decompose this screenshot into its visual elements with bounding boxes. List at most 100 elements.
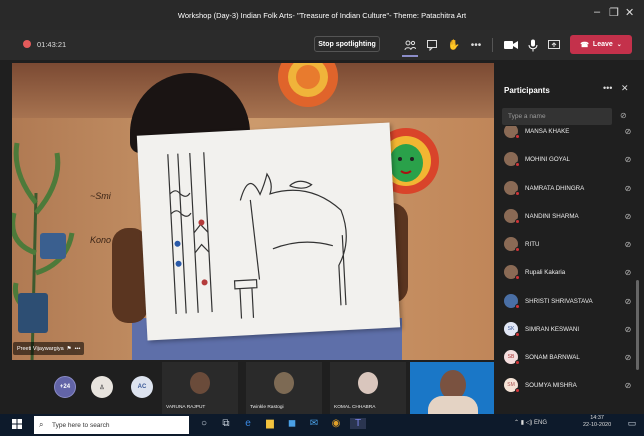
store-icon[interactable]: ◼ [284, 418, 300, 429]
wall-background [12, 63, 494, 118]
presenter-name-label: Preeti Vijaywargiya ⚑ ••• [13, 342, 85, 355]
list-item[interactable]: Rupali Kakaria ⊘ [504, 261, 634, 283]
participant-name: Rupali Kakaria [525, 268, 566, 276]
clock-date: 22-10-2020 [583, 422, 612, 428]
self-shirt [428, 396, 478, 414]
mic-muted-icon: ⊘ [624, 126, 632, 136]
participant-name: SIMRAN KESWANI [525, 325, 580, 333]
participant-name: NAMRATA DHINGRA [525, 184, 585, 192]
taskbar-clock[interactable]: 14:37 22-10-2020 [583, 415, 611, 429]
avatar [504, 152, 520, 167]
meeting-timer: 01:43:21 [37, 40, 67, 49]
mail-icon[interactable]: ✉ [306, 418, 322, 429]
mic-muted-icon: ⊘ [624, 183, 632, 193]
stop-spotlight-button[interactable]: Stop spotlighting [314, 36, 380, 52]
system-tray[interactable]: ⌃ ▮ ◁) ENG [514, 419, 547, 426]
network-icon[interactable]: ▮ [521, 420, 524, 426]
avatar: SB [504, 350, 520, 365]
teams-icon[interactable]: T [350, 418, 366, 429]
overflow-participants-badge[interactable]: +24 [54, 376, 76, 398]
maximize-icon[interactable]: ❐ [609, 6, 619, 19]
participant-name: SHRISTI SHRIVASTAVA [525, 297, 593, 305]
participant-name: SONAM BARNWAL [525, 353, 580, 361]
avatar [504, 294, 520, 309]
microphone-icon[interactable] [525, 37, 541, 53]
recording-indicator-icon [23, 40, 31, 48]
chevron-up-icon[interactable]: ⌃ [514, 420, 519, 426]
more-options-icon[interactable]: ••• [75, 346, 81, 352]
participants-title: Participants [504, 86, 550, 95]
list-item[interactable]: SB SONAM BARNWAL ⊘ [504, 346, 634, 368]
chrome-icon[interactable]: ◉ [328, 418, 344, 429]
self-video-tile[interactable] [410, 362, 494, 414]
camera-icon[interactable] [502, 36, 520, 54]
invite-link-icon[interactable]: ⊘ [620, 111, 627, 120]
list-item[interactable]: SM SOUMYA MISHRA ⊘ [504, 374, 634, 396]
participant-photo [190, 372, 210, 394]
edge-browser-icon[interactable]: e [240, 418, 256, 429]
wall-text-2: Kono [90, 235, 112, 245]
title-bar: Workshop (Day-3) Indian Folk Arts- "Trea… [0, 0, 644, 30]
participants-icon[interactable] [402, 37, 418, 53]
volume-icon[interactable]: ◁) [526, 420, 533, 426]
teams-meeting-window: Workshop (Day-3) Indian Folk Arts- "Trea… [0, 0, 644, 436]
participant-name: SOUMYA MISHRA [525, 381, 577, 389]
wall-text-1: ~Smi [90, 191, 111, 201]
chat-icon[interactable] [424, 37, 440, 53]
minimize-icon[interactable]: – [594, 6, 600, 18]
mic-muted-icon: ⊘ [624, 267, 632, 277]
participant-name: RITU [525, 240, 540, 248]
list-item[interactable]: NAMRATA DHINGRA ⊘ [504, 177, 634, 199]
video-tile[interactable]: Twinkle Rastogi [246, 362, 322, 414]
list-item[interactable]: NANDINI SHARMA ⊘ [504, 205, 634, 227]
participant-name: NANDINI SHARMA [525, 212, 579, 220]
window-title: Workshop (Day-3) Indian Folk Arts- "Trea… [177, 10, 467, 20]
language-indicator[interactable]: ENG [534, 420, 547, 426]
more-actions-icon[interactable]: ••• [468, 37, 484, 53]
avatar [504, 181, 520, 196]
windows-start-icon[interactable] [12, 419, 22, 429]
tile-name: Twinkle Rastogi [250, 405, 284, 410]
list-item[interactable]: SK SIMRAN KESWANI ⊘ [504, 318, 634, 340]
video-tile[interactable]: VARUNA RAJPUT [162, 362, 238, 414]
mic-muted-icon: ⊘ [624, 154, 632, 164]
hangup-icon: ☎ [580, 41, 589, 49]
notification-icon[interactable]: ▭ [624, 418, 640, 429]
task-view-icon[interactable]: ⧉ [218, 418, 234, 429]
participant-list: MANSA KHAKE ⊘ MOHINI GOYAL ⊘ NAMRATA DHI… [496, 126, 640, 414]
panel-more-icon[interactable]: ••• [603, 83, 612, 93]
mic-muted-icon: ⊘ [624, 239, 632, 249]
cortana-icon[interactable]: ○ [196, 418, 212, 429]
share-screen-icon[interactable] [546, 37, 562, 53]
panel-close-icon[interactable]: ✕ [621, 83, 629, 94]
plant-decoration [12, 142, 75, 360]
active-tab-underline [402, 55, 418, 57]
mic-muted-icon: ⊘ [624, 380, 632, 390]
participant-photo [274, 372, 294, 394]
avatar [504, 265, 520, 280]
leave-button[interactable]: ☎ Leave ⌄ [570, 35, 632, 54]
raise-hand-icon[interactable]: ✋ [446, 37, 462, 53]
mic-muted-icon: ⊘ [624, 324, 632, 334]
toolbar-divider [492, 38, 493, 52]
list-item[interactable]: RITU ⊘ [504, 233, 634, 255]
tile-name: VARUNA RAJPUT [166, 405, 206, 410]
participant-search-input[interactable]: Type a name [502, 108, 612, 125]
close-icon[interactable]: ✕ [625, 6, 634, 19]
list-item[interactable]: MOHINI GOYAL ⊘ [504, 148, 634, 170]
participant-name: MANSA KHAKE [525, 127, 570, 135]
search-icon: ⌕ [39, 420, 44, 429]
list-item[interactable]: MANSA KHAKE ⊘ [504, 126, 634, 142]
taskbar-search-input[interactable]: ⌕ Type here to search [34, 416, 189, 434]
video-tile[interactable]: KOMAL CHHABRA [330, 362, 406, 414]
participant-list-scrollbar[interactable] [636, 280, 639, 370]
mic-muted-icon: ⊘ [624, 296, 632, 306]
chevron-down-icon: ⌄ [616, 42, 622, 48]
avatar-ac: AC [131, 376, 153, 398]
avatar: SM [504, 378, 520, 393]
clock-time: 14:37 [590, 415, 604, 421]
list-item[interactable]: SHRISTI SHRIVASTAVA ⊘ [504, 290, 634, 312]
file-explorer-icon[interactable]: ▆ [262, 418, 278, 429]
spotlight-video: ~Smi Kono [12, 63, 494, 360]
tile-name: KOMAL CHHABRA [334, 405, 376, 410]
